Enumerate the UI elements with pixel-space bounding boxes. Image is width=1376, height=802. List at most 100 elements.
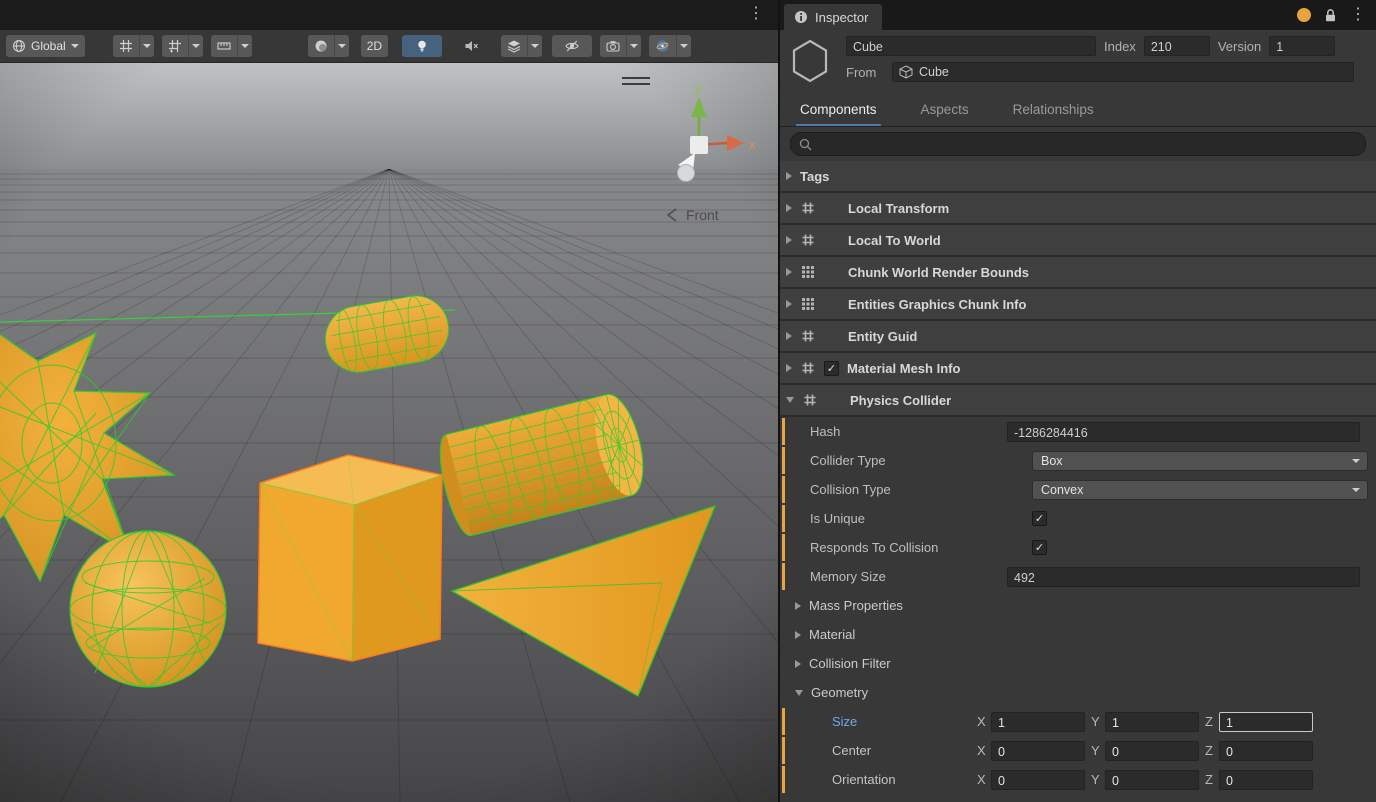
axis-y-label: Y bbox=[1091, 743, 1105, 758]
axis-x-label: X bbox=[977, 772, 991, 787]
info-icon bbox=[794, 10, 808, 24]
component-label: Local Transform bbox=[848, 201, 949, 216]
index-label: Index bbox=[1104, 39, 1136, 54]
hidden-objects-button[interactable] bbox=[552, 35, 592, 57]
center-y-field[interactable]: 0 bbox=[1105, 741, 1199, 761]
is-unique-checkbox[interactable]: ✓ bbox=[1032, 511, 1047, 526]
component-row-material-mesh-info[interactable]: ✓ Material Mesh Info bbox=[780, 353, 1376, 385]
globe-icon bbox=[12, 39, 26, 53]
component-row-local-transform[interactable]: Local Transform bbox=[780, 193, 1376, 225]
foldout-arrow-icon[interactable] bbox=[786, 204, 792, 212]
hash-value-field[interactable]: -1286284416 bbox=[1007, 422, 1360, 442]
lightbulb-icon bbox=[415, 39, 429, 53]
inspector-tab[interactable]: Inspector bbox=[784, 4, 882, 30]
foldout-arrow-icon[interactable] bbox=[795, 631, 801, 639]
foldout-arrow-icon[interactable] bbox=[795, 602, 801, 610]
2d-mode-button[interactable]: 2D bbox=[361, 35, 388, 57]
size-x-field[interactable]: 1 bbox=[991, 712, 1085, 732]
entity-index-field[interactable]: 210 bbox=[1144, 36, 1210, 56]
foldout-arrow-icon[interactable] bbox=[786, 172, 792, 180]
search-icon bbox=[799, 138, 812, 151]
camera-settings-button[interactable] bbox=[600, 35, 641, 57]
component-label: Chunk World Render Bounds bbox=[848, 265, 1029, 280]
property-row-collider-type: Collider Type Box bbox=[780, 446, 1376, 475]
center-x-field[interactable]: 0 bbox=[991, 741, 1085, 761]
collision-type-label: Collision Type bbox=[780, 482, 1007, 497]
scene-viewport[interactable]: y x Front bbox=[0, 63, 778, 802]
collider-type-dropdown[interactable]: Box bbox=[1032, 451, 1368, 471]
mass-properties-label: Mass Properties bbox=[809, 598, 903, 613]
foldout-arrow-icon[interactable] bbox=[786, 364, 792, 372]
gizmo-center-cube[interactable] bbox=[690, 136, 708, 154]
foldout-arrow-icon[interactable] bbox=[795, 660, 801, 668]
entity-from-field[interactable]: Cube bbox=[892, 62, 1354, 82]
lock-icon[interactable] bbox=[1323, 8, 1338, 23]
foldout-arrow-icon[interactable] bbox=[795, 690, 803, 696]
scene-kebab-menu-icon[interactable]: ⋮ bbox=[748, 6, 764, 22]
foldout-arrow-icon[interactable] bbox=[786, 268, 792, 276]
handle-orientation-button[interactable]: Global bbox=[6, 35, 85, 57]
component-row-local-to-world[interactable]: Local To World bbox=[780, 225, 1376, 257]
search-input[interactable] bbox=[818, 136, 1357, 152]
grid-snap-button[interactable] bbox=[162, 35, 203, 57]
unity-editor: ⋮ Global bbox=[0, 0, 1376, 802]
component-icon bbox=[802, 392, 818, 408]
orientation-z-field[interactable]: 0 bbox=[1219, 770, 1313, 790]
component-enabled-checkbox[interactable]: ✓ bbox=[824, 361, 839, 376]
snap-increment-button[interactable] bbox=[211, 35, 252, 57]
chevron-down-icon bbox=[192, 44, 200, 48]
entity-version-field[interactable]: 1 bbox=[1269, 36, 1335, 56]
effects-button[interactable] bbox=[501, 35, 542, 57]
grid-visual-button[interactable] bbox=[113, 35, 154, 57]
center-z-field[interactable]: 0 bbox=[1219, 741, 1313, 761]
draw-mode-button[interactable] bbox=[308, 35, 349, 57]
gizmo-view-label[interactable]: Front bbox=[686, 207, 719, 223]
foldout-collision-filter[interactable]: Collision Filter bbox=[780, 649, 1376, 678]
component-row-physics-collider[interactable]: Physics Collider bbox=[780, 385, 1376, 417]
foldout-arrow-icon[interactable] bbox=[786, 300, 792, 308]
size-z-field[interactable]: 1 bbox=[1219, 712, 1313, 732]
foldout-mass-properties[interactable]: Mass Properties bbox=[780, 591, 1376, 620]
orientation-x-field[interactable]: 0 bbox=[991, 770, 1085, 790]
tab-components[interactable]: Components bbox=[800, 93, 877, 126]
cube-asset-icon bbox=[899, 65, 913, 79]
tab-aspects[interactable]: Aspects bbox=[921, 93, 969, 126]
responds-checkbox[interactable]: ✓ bbox=[1032, 540, 1047, 555]
memory-size-field[interactable]: 492 bbox=[1007, 567, 1360, 587]
size-label: Size bbox=[780, 714, 977, 729]
scene-audio-button[interactable] bbox=[458, 35, 485, 57]
shaded-sphere-icon bbox=[314, 39, 328, 53]
inspector-kebab-menu-icon[interactable]: ⋮ bbox=[1350, 7, 1366, 23]
gizmo-z-ball[interactable] bbox=[678, 165, 695, 182]
foldout-material[interactable]: Material bbox=[780, 620, 1376, 649]
search-bar bbox=[780, 127, 1376, 161]
foldout-geometry[interactable]: Geometry bbox=[780, 678, 1376, 707]
component-list: Tags Local Transform Local To World Chun… bbox=[780, 161, 1376, 802]
orange-status-dot bbox=[1297, 8, 1311, 22]
foldout-arrow-icon[interactable] bbox=[786, 236, 792, 244]
component-label: Entities Graphics Chunk Info bbox=[848, 297, 1026, 312]
foldout-arrow-icon[interactable] bbox=[786, 397, 794, 403]
axis-y-label: Y bbox=[1091, 714, 1105, 729]
chevron-down-icon bbox=[143, 44, 151, 48]
inspector-panel: Inspector ⋮ Cube Index 210 Version 1 Fro… bbox=[778, 0, 1376, 802]
gizmo-y-label: y bbox=[695, 81, 702, 96]
foldout-arrow-icon[interactable] bbox=[786, 332, 792, 340]
component-row-entity-guid[interactable]: Entity Guid bbox=[780, 321, 1376, 353]
scene-3d-canvas[interactable]: y x Front bbox=[0, 63, 778, 802]
search-box[interactable] bbox=[790, 132, 1366, 156]
orientation-y-field[interactable]: 0 bbox=[1105, 770, 1199, 790]
scene-lighting-button[interactable] bbox=[402, 35, 442, 57]
entity-name-field[interactable]: Cube bbox=[846, 36, 1096, 56]
collision-type-dropdown[interactable]: Convex bbox=[1032, 480, 1368, 500]
collision-filter-label: Collision Filter bbox=[809, 656, 891, 671]
component-row-entities-graphics-chunk-info[interactable]: Entities Graphics Chunk Info bbox=[780, 289, 1376, 321]
size-y-field[interactable]: 1 bbox=[1105, 712, 1199, 732]
component-row-tags[interactable]: Tags bbox=[780, 161, 1376, 193]
chevron-down-icon bbox=[241, 44, 249, 48]
collider-type-value: Box bbox=[1041, 454, 1063, 468]
component-row-chunk-world-render-bounds[interactable]: Chunk World Render Bounds bbox=[780, 257, 1376, 289]
from-label: From bbox=[846, 65, 884, 80]
gizmos-button[interactable] bbox=[649, 35, 691, 57]
tab-relationships[interactable]: Relationships bbox=[1013, 93, 1094, 126]
